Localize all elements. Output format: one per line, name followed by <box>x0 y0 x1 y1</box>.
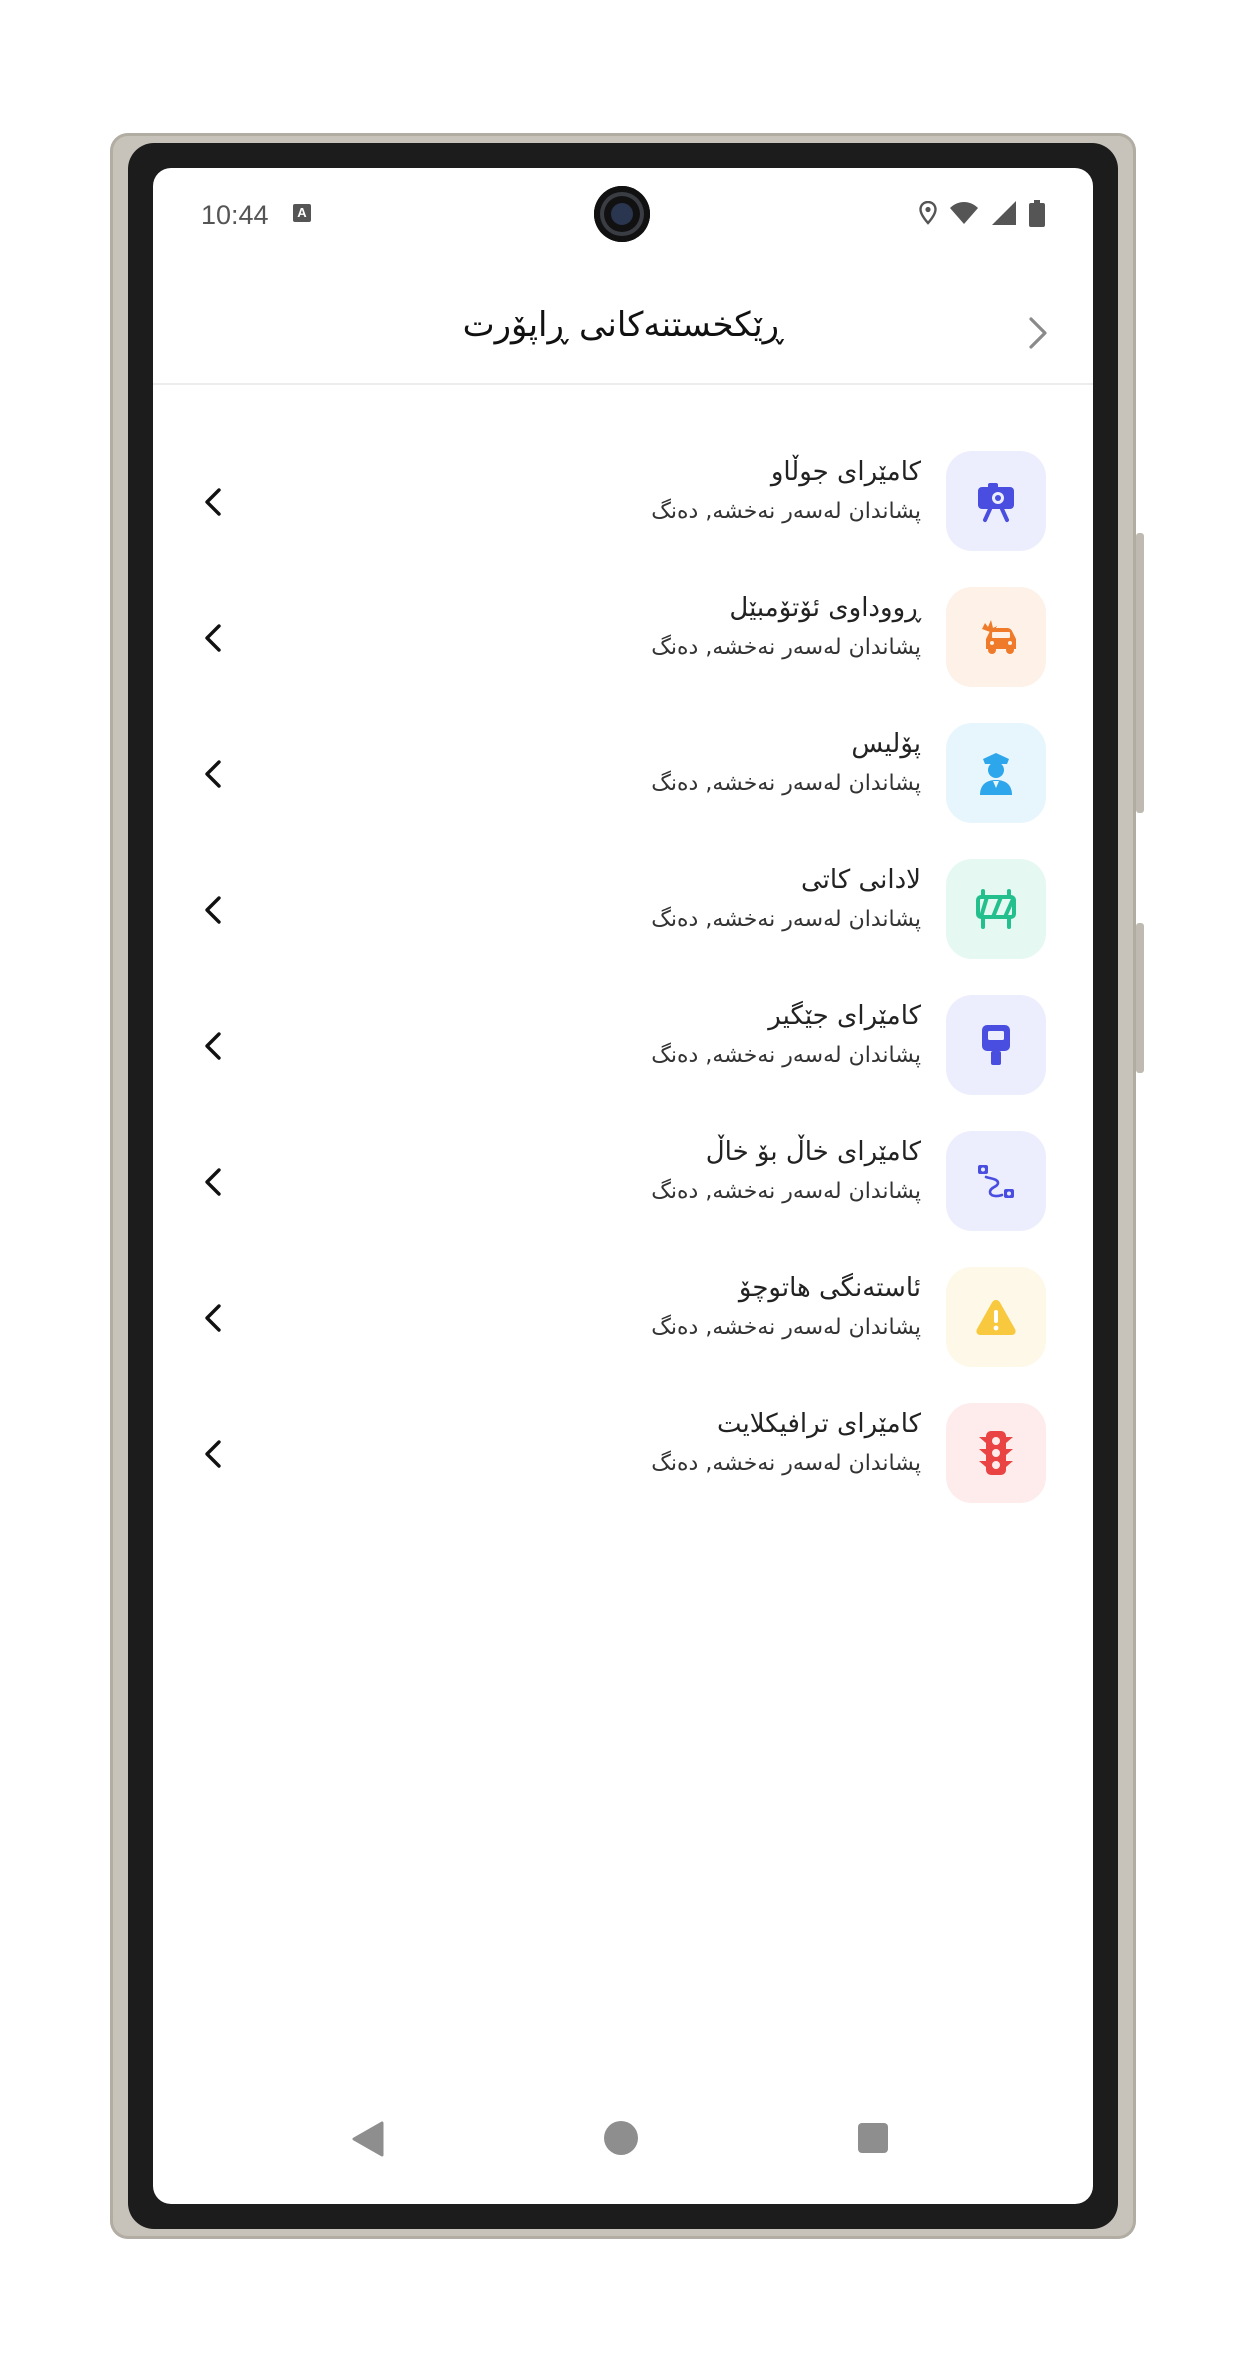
icon-tile <box>946 995 1046 1095</box>
item-title: کامێرای جێگیر <box>768 1001 921 1031</box>
list-item-traffic-obstacle[interactable]: ئاستەنگی هاتوچۆ پشاندان لەسەر نەخشە, دەن… <box>153 1249 1093 1385</box>
signal-icon <box>992 201 1016 225</box>
front-camera <box>594 186 650 242</box>
item-title: ئاستەنگی هاتوچۆ <box>738 1273 921 1303</box>
item-subtitle: پشاندان لەسەر نەخشە, دەنگ <box>651 771 921 796</box>
item-subtitle: پشاندان لەسەر نەخشە, دەنگ <box>651 1315 921 1340</box>
chevron-left-icon <box>205 1440 221 1468</box>
item-subtitle: پشاندان لەسەر نەخشە, دەنگ <box>651 907 921 932</box>
chevron-left-icon <box>205 1304 221 1332</box>
item-subtitle: پشاندان لەسەر نەخشە, دەنگ <box>651 499 921 524</box>
icon-tile <box>946 1131 1046 1231</box>
status-bar: 10:44 A <box>153 168 1093 258</box>
system-nav-bar <box>153 2103 1093 2173</box>
point-to-point-icon <box>978 1165 1014 1198</box>
item-title: ڕووداوی ئۆتۆمبێل <box>729 593 921 623</box>
mobile-camera-icon <box>978 483 1014 522</box>
power-button <box>1136 923 1144 1073</box>
chevron-right-icon[interactable] <box>1023 313 1053 353</box>
app-header: ڕێکخستنەکانی ڕاپۆرت <box>153 273 1093 385</box>
item-subtitle: پشاندان لەسەر نەخشە, دەنگ <box>651 635 921 660</box>
icon-tile <box>946 1267 1046 1367</box>
nav-recent-icon[interactable] <box>858 2123 888 2153</box>
icon-tile <box>946 723 1046 823</box>
traffic-light-icon <box>979 1431 1013 1475</box>
screen: 10:44 A ڕێکخستنەکانی ڕاپۆرت کامێرای جوڵا… <box>153 168 1093 2204</box>
icon-tile <box>946 1403 1046 1503</box>
car-accident-icon <box>982 620 1016 654</box>
battery-icon <box>1029 199 1045 227</box>
list-item-roadblock[interactable]: لادانی کاتی پشاندان لەسەر نەخشە, دەنگ <box>153 841 1093 977</box>
wifi-icon <box>950 202 978 224</box>
status-icons <box>919 198 1045 228</box>
status-time: 10:44 <box>201 200 269 230</box>
item-title: پۆلیس <box>851 729 921 759</box>
chevron-left-icon <box>205 1168 221 1196</box>
warning-icon <box>976 1300 1016 1335</box>
location-icon <box>919 201 937 225</box>
keyboard-indicator-icon: A <box>293 204 311 222</box>
item-subtitle: پشاندان لەسەر نەخشە, دەنگ <box>651 1451 921 1476</box>
item-title: کامێرای ترافیکلایت <box>717 1409 921 1439</box>
nav-back-icon[interactable] <box>351 2121 385 2157</box>
list-item-traffic-light-camera[interactable]: کامێرای ترافیکلایت پشاندان لەسەر نەخشە, … <box>153 1385 1093 1521</box>
chevron-left-icon <box>205 896 221 924</box>
list-item-car-accident[interactable]: ڕووداوی ئۆتۆمبێل پشاندان لەسەر نەخشە, دە… <box>153 569 1093 705</box>
page-title: ڕێکخستنەکانی ڕاپۆرت <box>462 305 784 345</box>
list-item-point-to-point[interactable]: کامێرای خاڵ بۆ خاڵ پشاندان لەسەر نەخشە, … <box>153 1113 1093 1249</box>
list-item-police[interactable]: پۆلیس پشاندان لەسەر نەخشە, دەنگ <box>153 705 1093 841</box>
chevron-left-icon <box>205 488 221 516</box>
list-item-fixed-camera[interactable]: کامێرای جێگیر پشاندان لەسەر نەخشە, دەنگ <box>153 977 1093 1113</box>
item-title: لادانی کاتی <box>800 865 921 895</box>
item-title: کامێرای جوڵاو <box>770 457 921 487</box>
item-title: کامێرای خاڵ بۆ خاڵ <box>705 1137 921 1167</box>
list-item-mobile-camera[interactable]: کامێرای جوڵاو پشاندان لەسەر نەخشە, دەنگ <box>153 433 1093 569</box>
chevron-left-icon <box>205 760 221 788</box>
roadblock-icon <box>976 889 1016 929</box>
item-subtitle: پشاندان لەسەر نەخشە, دەنگ <box>651 1043 921 1068</box>
chevron-left-icon <box>205 624 221 652</box>
volume-button <box>1136 533 1144 813</box>
item-subtitle: پشاندان لەسەر نەخشە, دەنگ <box>651 1179 921 1204</box>
chevron-left-icon <box>205 1032 221 1060</box>
nav-home-icon[interactable] <box>604 2121 638 2155</box>
fixed-camera-icon <box>982 1025 1010 1065</box>
icon-tile <box>946 859 1046 959</box>
icon-tile <box>946 451 1046 551</box>
icon-tile <box>946 587 1046 687</box>
police-icon <box>980 753 1012 795</box>
